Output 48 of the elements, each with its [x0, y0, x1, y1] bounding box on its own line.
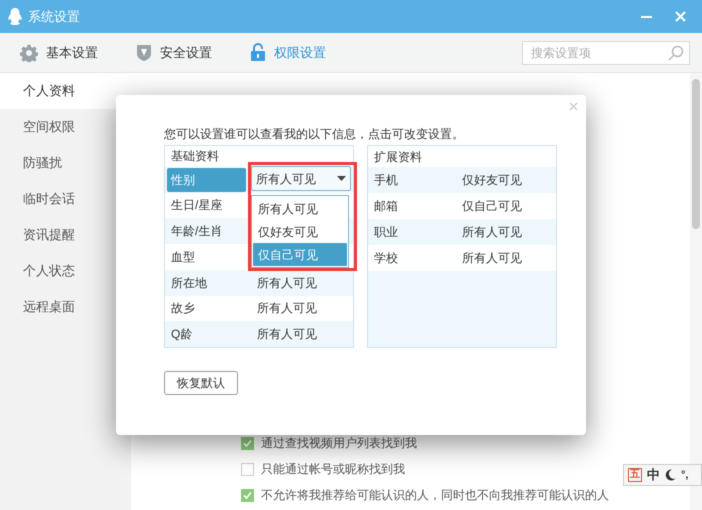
- close-icon: [674, 11, 686, 22]
- window-title: 系统设置: [28, 8, 80, 26]
- visibility-value[interactable]: 仅好友可见: [462, 171, 522, 189]
- input-mode-indicator[interactable]: 五: [628, 468, 642, 482]
- visibility-value[interactable]: 仅自己可见: [462, 197, 522, 215]
- minimize-icon: [640, 16, 652, 18]
- toolbar-tab[interactable]: 安全设置: [136, 42, 212, 62]
- close-icon: [568, 102, 578, 110]
- option-label: 不允许将我推荐给可能认识的人，同时也不向我推荐可能认识的人: [261, 487, 609, 504]
- lock-icon: [250, 43, 266, 62]
- checkbox[interactable]: [241, 462, 254, 476]
- checkbox[interactable]: [241, 488, 254, 502]
- shield-icon: [136, 44, 152, 62]
- option-label: 通过查找视频用户列表找到我: [261, 435, 417, 452]
- option-label: 只能通过帐号或昵称找到我: [261, 461, 405, 478]
- checkbox[interactable]: [241, 436, 254, 450]
- punctuation-indicator[interactable]: °,: [681, 466, 688, 484]
- field-label: 职业: [374, 224, 399, 241]
- dropdown-option[interactable]: 仅好友可见: [253, 220, 348, 244]
- search-field[interactable]: 搜索设置项: [522, 40, 690, 64]
- sidebar-item[interactable]: 个人资料: [0, 73, 131, 109]
- visibility-value[interactable]: 所有人可见: [462, 249, 522, 267]
- table-heading: 基础资料: [170, 148, 220, 166]
- dropdown-option[interactable]: 所有人可见: [253, 197, 348, 220]
- field-label[interactable]: 年龄/生肖: [167, 219, 247, 244]
- reset-button[interactable]: 恢复默认: [164, 371, 238, 395]
- instruction-text: 您可以设置谁可以查看我的以下信息，点击可改变设置。: [164, 126, 465, 143]
- gear-icon: [20, 44, 38, 62]
- caret-icon: [337, 176, 346, 182]
- visibility-dropdown[interactable]: 所有人可见: [251, 166, 352, 192]
- visibility-value[interactable]: 所有人可见: [462, 223, 522, 241]
- field-label[interactable]: Q龄: [167, 322, 247, 346]
- visibility-value[interactable]: 所有人可见: [257, 299, 317, 318]
- field-label[interactable]: 生日/星座: [167, 193, 247, 218]
- language-indicator[interactable]: 中: [647, 465, 660, 485]
- visibility-value[interactable]: 所有人可见: [257, 274, 317, 292]
- moon-icon[interactable]: [665, 469, 676, 481]
- field-label[interactable]: 故乡: [167, 296, 247, 320]
- field-label: 手机: [374, 172, 399, 189]
- table-heading: 扩展资料: [368, 146, 556, 167]
- visibility-value[interactable]: 所有人可见: [257, 325, 317, 344]
- toolbar-tab[interactable]: 基本设置: [20, 42, 98, 62]
- field-label[interactable]: 所在地: [167, 270, 247, 295]
- search-icon: [668, 44, 684, 60]
- penguin-icon: [8, 8, 22, 25]
- field-label[interactable]: 血型: [167, 244, 247, 269]
- field-label: 学校: [374, 250, 399, 267]
- field-label: 邮箱: [374, 198, 399, 215]
